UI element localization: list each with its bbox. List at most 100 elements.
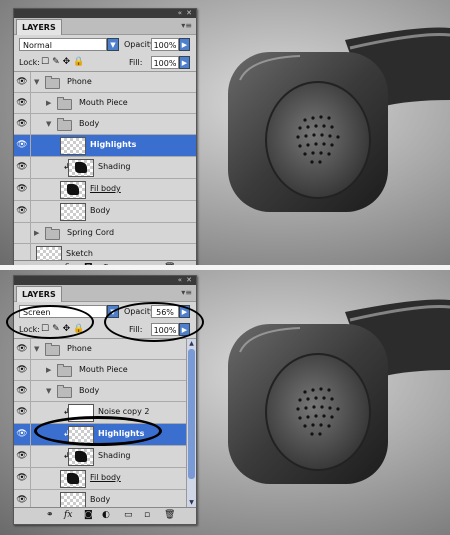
layer-thumbnail[interactable] [60, 470, 86, 488]
layer-row[interactable]: 👁 ▶ Mouth Piece [14, 93, 196, 114]
chevron-down-icon[interactable]: ▼ [107, 38, 119, 51]
folder-icon [57, 385, 72, 398]
eye-icon[interactable]: 👁 [14, 244, 31, 260]
folder-icon [57, 97, 72, 110]
layer-row[interactable]: 👁 Sketch [14, 244, 196, 260]
layer-row[interactable]: 👁 ▶ Mouth Piece [14, 360, 196, 381]
layer-thumbnail[interactable] [60, 137, 86, 155]
folder-icon [57, 364, 72, 377]
layer-row[interactable]: 👁 ↲ Shading [14, 446, 196, 468]
eye-icon[interactable]: 👁 [14, 179, 31, 200]
panel-menu-icon[interactable]: ▾≡ [181, 288, 192, 298]
panel-titlebar[interactable]: « ✕ [14, 276, 196, 285]
annotation-circle-highlights [34, 416, 162, 446]
layer-thumbnail[interactable] [60, 181, 86, 199]
chevron-right-icon[interactable]: ▶ [34, 223, 39, 243]
chevron-down-icon[interactable]: ▼ [34, 72, 39, 92]
scroll-thumb[interactable] [188, 349, 195, 479]
layer-row[interactable]: 👁▶ Spring Cord [14, 223, 196, 244]
eye-icon[interactable]: 👁 [14, 468, 31, 489]
layer-row[interactable]: 👁 ▼ Body [14, 381, 196, 402]
layer-name: Body [90, 495, 111, 504]
collapse-icon[interactable]: « [178, 9, 182, 18]
layer-thumbnail[interactable] [68, 159, 94, 177]
link-layers-icon[interactable]: ⚭ [46, 510, 54, 520]
layers-panel-top: « ✕ LAYERS ▾≡ Normal ▼ Opacity: 100% ▶ L… [13, 8, 197, 265]
tab-layers[interactable]: LAYERS [16, 286, 62, 302]
eye-icon[interactable]: 👁 [14, 402, 31, 423]
eye-icon[interactable]: 👁 [14, 381, 31, 401]
layer-thumbnail[interactable] [36, 246, 62, 260]
new-group-icon[interactable]: ▭ [124, 510, 133, 520]
layer-row[interactable]: 👁 ▼ Phone [14, 72, 196, 93]
layer-row[interactable]: 👁 ▼ Body [14, 114, 196, 135]
eye-icon[interactable]: 👁 [14, 135, 31, 156]
eye-icon[interactable]: 👁 [14, 446, 31, 467]
layer-thumbnail[interactable] [68, 448, 94, 466]
layer-row[interactable]: 👁 Fil body [14, 179, 196, 201]
layer-name: Phone [67, 344, 92, 353]
adjustment-icon[interactable]: ◐ [102, 510, 110, 520]
chevron-right-icon[interactable]: ▶ [46, 93, 51, 113]
opacity-slider-arrow-icon[interactable]: ▶ [179, 38, 190, 51]
eye-icon[interactable]: 👁 [14, 157, 31, 178]
lock-transparent-icon[interactable]: ☐ [41, 57, 52, 67]
lock-all-icon[interactable]: 🔒 [73, 57, 87, 67]
scroll-down-icon[interactable]: ▼ [187, 498, 196, 507]
layer-row[interactable]: 👁 ▼ Phone [14, 339, 196, 360]
chevron-right-icon[interactable]: ▶ [46, 360, 51, 380]
eye-icon[interactable]: 👁 [14, 360, 31, 380]
close-icon[interactable]: ✕ [186, 9, 192, 18]
blend-mode-select[interactable]: Normal [19, 38, 107, 51]
layers-scrollbar[interactable]: ▲ ▼ [186, 339, 196, 507]
collapse-icon[interactable]: « [178, 276, 182, 285]
chevron-down-icon[interactable]: ▼ [46, 114, 51, 134]
fill-label: Fill: [129, 58, 143, 67]
eye-icon[interactable]: 👁 [14, 201, 31, 222]
layer-name: Spring Cord [67, 228, 115, 237]
scroll-up-icon[interactable]: ▲ [187, 339, 196, 348]
trash-icon[interactable]: 🗑 [164, 510, 175, 520]
chevron-down-icon[interactable]: ▼ [34, 339, 39, 359]
eye-icon[interactable]: 👁 [14, 114, 31, 134]
layer-row[interactable]: 👁 Body [14, 201, 196, 223]
mask-icon[interactable]: ◙ [84, 510, 93, 520]
folder-icon [45, 343, 60, 356]
lock-move-icon[interactable]: ✥ [63, 57, 74, 67]
eye-icon[interactable]: 👁 [14, 424, 31, 445]
layers-list: 👁 ▼ Phone 👁 ▶ Mouth Piece 👁 ▼ Body 👁 Highlights 👁 ↲ S… [14, 72, 196, 260]
folder-icon [45, 76, 60, 89]
fill-slider-arrow-icon[interactable]: ▶ [179, 56, 190, 69]
opacity-field[interactable]: 100% [151, 38, 179, 51]
layer-thumbnail[interactable] [60, 203, 86, 221]
layer-name: Sketch [66, 249, 93, 258]
eye-icon[interactable]: 👁 [14, 72, 31, 92]
fill-field[interactable]: 100% [151, 56, 179, 69]
eye-icon[interactable]: 👁 [14, 223, 31, 243]
new-layer-icon[interactable]: ▫ [144, 510, 150, 520]
layer-name: Phone [67, 77, 92, 86]
folder-icon [57, 118, 72, 131]
layers-toolbar: ⚭ fx ◙ ◐ ▭ ▫ 🗑 [14, 507, 196, 524]
panel-menu-icon[interactable]: ▾≡ [181, 21, 192, 31]
close-icon[interactable]: ✕ [186, 276, 192, 285]
layer-row[interactable]: 👁 ↲ Shading [14, 157, 196, 179]
layer-thumbnail[interactable] [60, 492, 86, 507]
layer-row[interactable]: 👁 Fil body [14, 468, 196, 490]
layer-row[interactable]: 👁 Body [14, 490, 196, 507]
eye-icon[interactable]: 👁 [14, 93, 31, 113]
eye-icon[interactable]: 👁 [14, 339, 31, 359]
tab-layers[interactable]: LAYERS [16, 19, 62, 35]
panel-titlebar[interactable]: « ✕ [14, 9, 196, 18]
fx-icon[interactable]: fx [64, 510, 72, 520]
layer-name: Body [79, 119, 100, 128]
chevron-down-icon[interactable]: ▼ [46, 381, 51, 401]
layer-name: Fil body [90, 184, 121, 193]
bottom-screenshot: « ✕ LAYERS ▾≡ Screen ▼ Opacity: 56% ▶ Lo… [0, 270, 450, 535]
layer-row[interactable]: 👁 Highlights [14, 135, 196, 157]
lock-brush-icon[interactable]: ✎ [52, 57, 63, 67]
layer-name: Shading [98, 162, 131, 171]
lock-label: Lock: [19, 58, 40, 67]
eye-icon[interactable]: 👁 [14, 490, 31, 507]
layer-name: Mouth Piece [79, 365, 128, 374]
